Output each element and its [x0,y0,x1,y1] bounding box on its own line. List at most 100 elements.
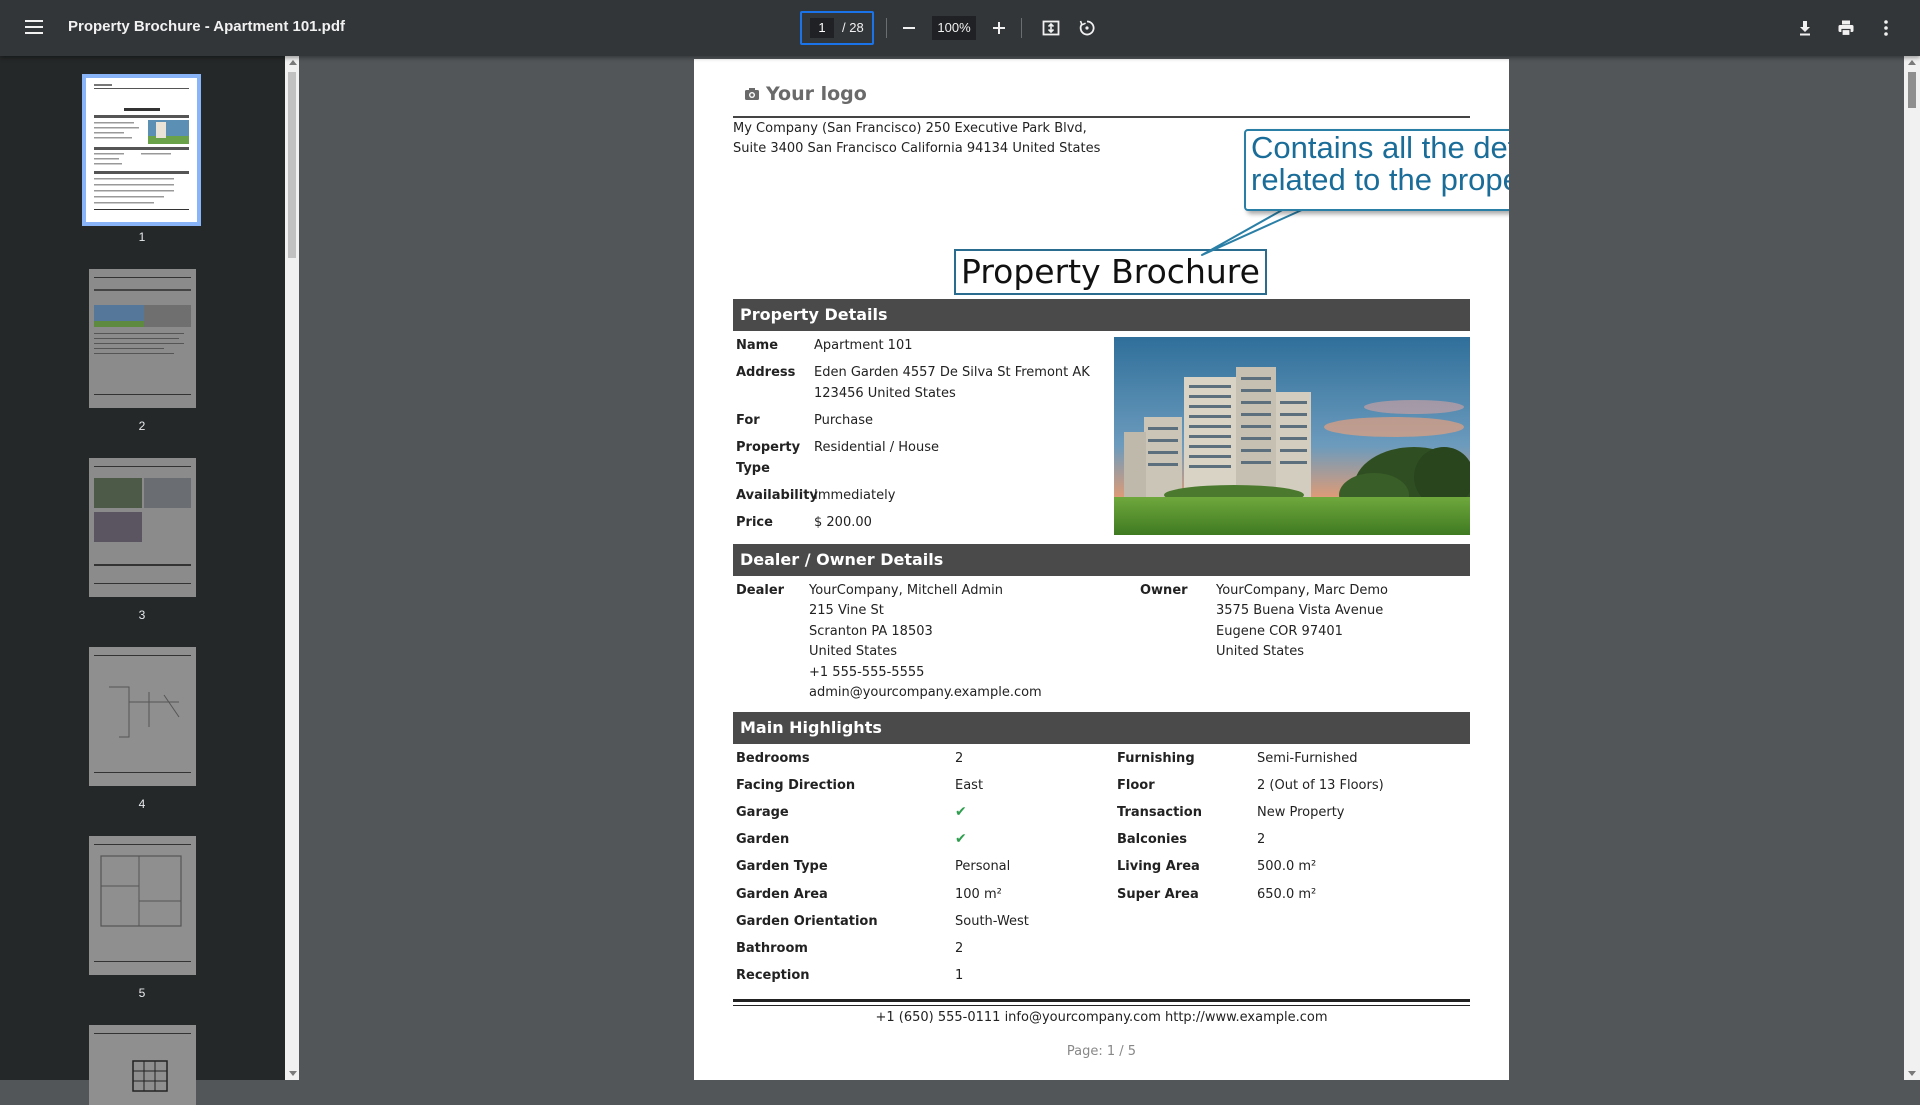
dealer-owner-heading: Dealer / Owner Details [733,544,1470,576]
footer-rule [733,999,1470,1006]
scroll-up-icon[interactable] [1908,60,1916,65]
callout-line-1: Contains all the details [1251,130,1509,165]
highlight-value: 1 [955,968,964,983]
thumbnail-page-3[interactable] [89,458,196,597]
owner-line: YourCompany, Marc Demo [1216,583,1389,598]
highlight-label: Bathroom [736,941,808,956]
thumbnail-label: 5 [138,986,146,1000]
document-scrollbar[interactable] [1904,56,1920,1080]
document-scroll-thumb[interactable] [1908,72,1916,108]
download-icon [1800,21,1810,36]
owner-label: Owner [1140,583,1188,598]
thumbnail-page-5[interactable] [89,836,196,975]
highlight-label: Furnishing [1117,751,1195,766]
thumbnail-page-1[interactable] [82,74,201,226]
zoom-level-input[interactable]: 100% [932,16,976,40]
zoom-out-button[interactable] [895,14,923,42]
thumbnail-preview [89,269,196,408]
highlights-heading: Main Highlights [733,712,1470,744]
rotate-button[interactable] [1073,14,1101,42]
thumbnail-page-2[interactable] [89,269,196,408]
dealer-line: +1 555-555-5555 [809,665,925,680]
highlight-label: Reception [736,968,810,983]
highlight-label: Garden [736,832,790,847]
highlight-label: Super Area [1117,887,1199,902]
highlight-value: 2 [955,941,964,956]
detail-value: Eden Garden 4557 De Silva St Fremont AK [814,365,1090,380]
thumbnail-page-4[interactable] [89,647,196,786]
highlight-label: Garden Type [736,859,828,874]
highlight-value: 500.0 m² [1257,859,1317,874]
thumbnail-preview [89,458,196,597]
print-icon [1838,20,1854,37]
dealer-line: YourCompany, Mitchell Admin [809,583,1003,598]
thumbnail-preview [89,1025,196,1105]
detail-label: Name [736,338,779,353]
annotation-callout: Contains all the details related to the … [1244,129,1509,211]
owner-line: 3575 Buena Vista Avenue [1216,603,1384,618]
detail-value: 123456 United States [814,386,956,401]
toolbar-divider [1021,18,1022,38]
pdf-page: Your logo My Company (San Francisco) 250… [694,59,1509,1080]
detail-value: Residential / House [814,440,939,455]
highlight-label: Garage [736,805,789,820]
zoom-out-icon [903,27,915,29]
detail-value: $ 200.00 [814,515,872,530]
page-total: / 28 [842,20,864,35]
detail-label: For [736,413,760,428]
highlight-value: Personal [955,859,1011,874]
rotate-icon [1079,20,1095,36]
property-photo [1114,337,1470,535]
fit-page-button[interactable] [1037,14,1065,42]
highlight-label: Garden Area [736,887,828,902]
thumbnail-page-6[interactable] [89,1025,196,1105]
detail-label: Address [736,365,796,380]
highlight-value: Semi-Furnished [1257,751,1358,766]
thumbnail-preview [89,647,196,786]
footer-contact: +1 (650) 555-0111 info@yourcompany.com h… [875,1010,1328,1025]
detail-label: Type [736,461,770,476]
print-button[interactable] [1832,14,1860,42]
zoom-in-icon [993,22,1005,34]
sidebar-scrollbar[interactable] [285,56,299,1080]
dealer-line: admin@yourcompany.example.com [809,685,1042,700]
detail-value: Purchase [814,413,874,428]
page-number-input[interactable]: 1 [810,18,834,38]
zoom-in-button[interactable] [985,14,1013,42]
check-icon: ✔ [955,831,967,847]
more-options-button[interactable] [1872,14,1900,42]
detail-label: Availability [736,488,818,503]
highlight-value: South-West [955,914,1029,929]
highlight-value: 2 (Out of 13 Floors) [1257,778,1384,793]
highlight-label: Bedrooms [736,751,810,766]
pdf-toolbar: Property Brochure - Apartment 101.pdf 1 … [0,0,1920,56]
thumbnail-label: 4 [138,797,146,811]
thumbnail-sidebar: 1 2 3 4 5 [0,56,285,1105]
dealer-line: United States [809,644,898,659]
highlight-value: 650.0 m² [1257,887,1317,902]
page-selector[interactable]: 1 / 28 [800,11,874,45]
highlight-label: Floor [1117,778,1155,793]
highlight-value: 100 m² [955,887,1002,902]
highlight-label: Garden Orientation [736,914,878,929]
page-number-label: Page: 1 / 5 [1066,1044,1137,1059]
dealer-line: Scranton PA 18503 [809,624,933,639]
scroll-down-icon[interactable] [289,1071,297,1076]
sidebar-scroll-thumb[interactable] [288,72,296,258]
dealer-label: Dealer [736,583,785,598]
detail-value: Apartment 101 [814,338,913,353]
document-title: Property Brochure - Apartment 101.pdf [68,18,345,35]
scroll-up-icon[interactable] [289,60,297,65]
highlight-value: 2 [1257,832,1266,847]
more-vert-icon [1884,20,1888,36]
thumbnail-preview [94,84,189,210]
highlight-label: Balconies [1117,832,1188,847]
highlight-label: Transaction [1117,805,1202,820]
dealer-line: 215 Vine St [809,603,884,618]
check-icon: ✔ [955,804,967,820]
scroll-down-icon[interactable] [1908,1071,1916,1076]
highlight-label: Facing Direction [736,778,856,793]
owner-line: Eugene COR 97401 [1216,624,1343,639]
menu-icon[interactable] [20,16,48,40]
download-button[interactable] [1791,14,1819,42]
